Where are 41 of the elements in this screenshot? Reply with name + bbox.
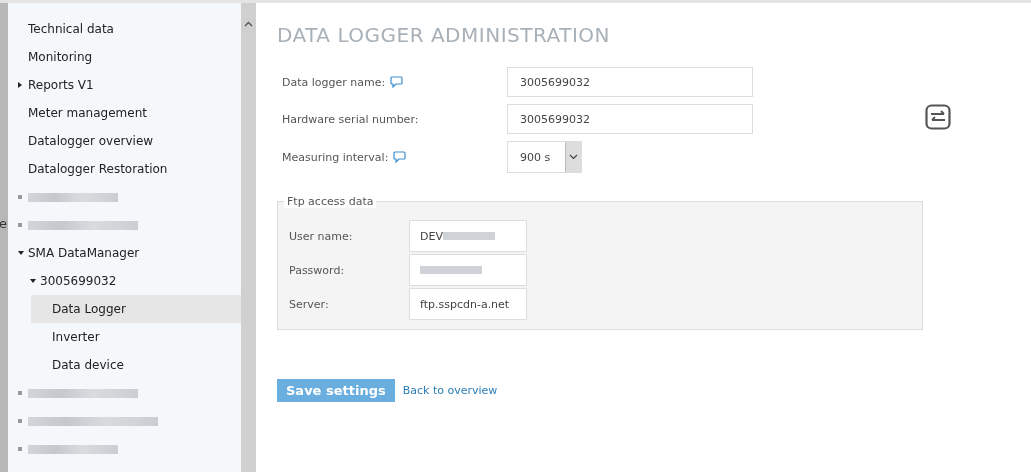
triangle-icon[interactable] [30,279,36,283]
sidebar-item[interactable]: Inverter [31,323,241,351]
sidebar-item[interactable]: Datalogger Restoration [8,155,241,183]
speech-bubble-icon[interactable] [393,151,407,163]
bullet-icon [18,391,22,395]
sidebar-item[interactable]: Technical data [8,15,241,43]
bullet-icon [18,419,22,423]
swap-icon[interactable] [925,104,951,130]
sidebar-item[interactable]: Reports V1 [8,71,241,99]
chevron-down-icon [569,154,578,160]
bullet-icon [18,223,22,227]
input-field[interactable] [409,254,527,286]
bullet-icon [18,447,22,451]
field-label: Password: [289,263,346,277]
page-title: DATA LOGGER ADMINISTRATION [277,23,611,47]
sidebar-item[interactable]: 3005699032 [8,267,241,295]
input-field[interactable]: 3005699032 [507,104,753,134]
speech-bubble-icon[interactable] [390,76,404,88]
scrollbar[interactable] [241,3,256,472]
background-text: e [0,216,7,231]
sidebar-item[interactable]: Data device [31,351,241,379]
field-label: Measuring interval: [282,150,389,164]
input-field[interactable]: 3005699032 [507,67,753,97]
interval-dropdown[interactable]: 900 s [507,141,582,173]
input-field[interactable]: DEV [409,220,527,252]
sidebar-item[interactable]: Meter management [8,99,241,127]
sidebar-item[interactable]: SMA DataManager [8,239,241,267]
panel-legend: Ftp access data [284,195,377,208]
field-label: Data logger name: [282,75,386,89]
back-link[interactable]: Back to overview [402,384,498,397]
triangle-icon[interactable] [18,251,24,255]
sidebar-item-selected[interactable]: Data Logger [31,295,241,323]
field-label: Server: [289,297,330,311]
triangle-icon[interactable] [18,82,22,88]
field-label: User name: [289,229,354,243]
bullet-icon [18,195,22,199]
input-field[interactable]: ftp.sspcdn-a.net [409,288,527,320]
sidebar-item[interactable]: Datalogger overview [8,127,241,155]
sidebar-item[interactable]: Monitoring [8,43,241,71]
scroll-up-icon[interactable] [244,21,253,27]
field-label: Hardware serial number: [282,112,419,126]
